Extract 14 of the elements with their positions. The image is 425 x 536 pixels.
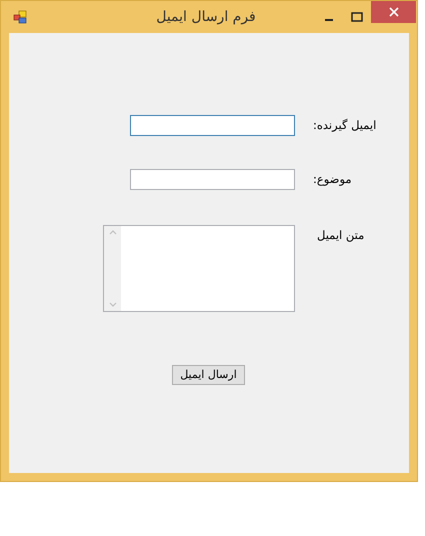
text-field[interactable] — [130, 115, 295, 136]
close-icon — [388, 7, 398, 17]
scroll-down-icon — [108, 302, 116, 308]
scroll-up-icon — [108, 229, 116, 235]
field-label: متن ایمیل — [317, 227, 364, 244]
maximize-icon — [351, 12, 363, 22]
send-button[interactable]: ارسال ایمیل — [172, 365, 245, 385]
field-label: ایمیل گیرنده: — [313, 117, 376, 134]
close-button[interactable] — [371, 1, 416, 23]
app-icon — [13, 10, 27, 24]
field-label: موضوع: — [313, 171, 352, 188]
minimize-icon — [325, 19, 333, 21]
window-title: فرم ارسال ایمیل — [156, 8, 256, 26]
text-field[interactable] — [130, 169, 295, 190]
